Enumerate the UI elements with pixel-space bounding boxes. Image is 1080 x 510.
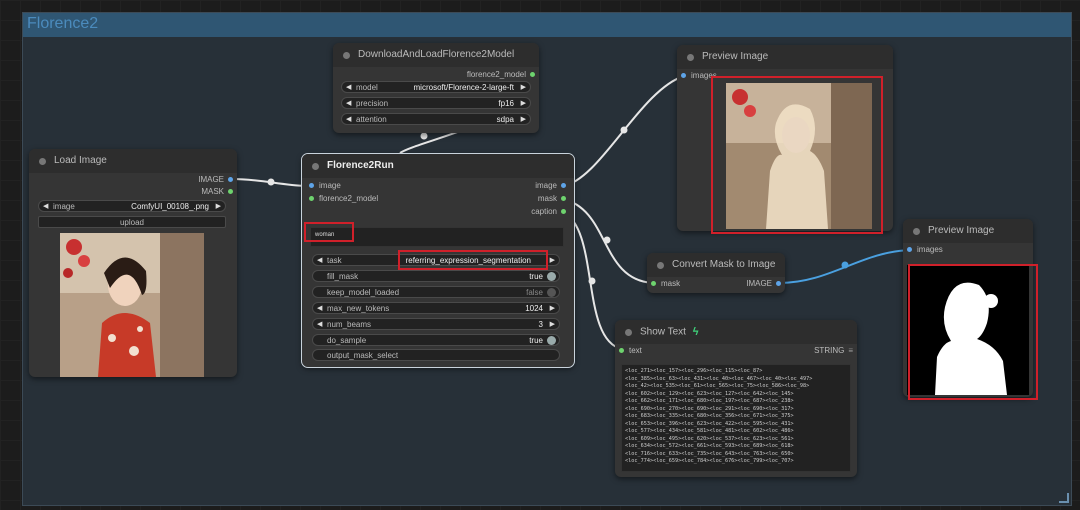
socket-dot-icon[interactable] xyxy=(907,247,912,253)
num-beams-number[interactable]: ◀ num_beams 3 ▶ xyxy=(312,318,560,330)
input-mask[interactable]: mask xyxy=(651,278,680,290)
arrow-right-icon: ▶ xyxy=(520,100,526,107)
output-image[interactable]: IMAGE xyxy=(746,278,781,290)
socket-dot-icon[interactable] xyxy=(561,183,566,189)
socket-dot-icon[interactable] xyxy=(530,72,535,78)
group-header[interactable] xyxy=(23,13,1071,37)
python-snake-icon: ϟ xyxy=(692,326,699,338)
node-title: Load Image xyxy=(54,155,107,166)
node-header[interactable]: Preview Image xyxy=(903,219,1033,243)
socket-dot-icon[interactable] xyxy=(228,177,233,183)
input-florence2-model[interactable]: florence2_model xyxy=(309,193,378,205)
collapse-dot-icon[interactable] xyxy=(39,157,46,165)
output-mask-select-field[interactable]: output_mask_select xyxy=(312,349,560,361)
list-menu-icon[interactable]: ≡ xyxy=(848,346,853,355)
image-combo[interactable]: ◀ image ComfyUI_00108_.png ▶ xyxy=(38,200,226,212)
prompt-highlight-box xyxy=(304,222,354,242)
task-highlight-box xyxy=(398,250,548,270)
text-output-area[interactable]: <loc_271><loc_157><loc_296><loc_115><loc… xyxy=(621,364,851,472)
arrow-right-icon: ▶ xyxy=(549,305,555,312)
collapse-dot-icon[interactable] xyxy=(312,162,319,170)
node-header[interactable]: DownloadAndLoadFlorence2Model xyxy=(333,43,539,67)
arrow-left-icon: ◀ xyxy=(346,84,352,91)
group-title: Florence2 xyxy=(27,15,99,32)
node-title: DownloadAndLoadFlorence2Model xyxy=(358,49,515,60)
socket-dot-icon[interactable] xyxy=(619,348,624,354)
arrow-right-icon: ▶ xyxy=(215,203,221,210)
output-florence2-model[interactable]: florence2_model xyxy=(467,69,535,81)
arrow-right-icon: ▶ xyxy=(520,84,526,91)
group-resize-handle[interactable] xyxy=(1059,493,1069,503)
node-title: Show Text xyxy=(640,326,686,338)
node-header[interactable]: Convert Mask to Image xyxy=(647,253,785,277)
output-string[interactable]: STRING ≡ xyxy=(814,345,853,357)
convert-mask-node[interactable]: Convert Mask to Image mask IMAGE xyxy=(647,253,785,293)
input-image[interactable]: image xyxy=(309,180,341,192)
show-text-node[interactable]: Show Text ϟ text STRING ≡ <loc_271><loc_1… xyxy=(615,320,857,477)
attention-combo[interactable]: ◀ attention sdpa ▶ xyxy=(341,113,531,125)
node-canvas[interactable]: Florence2 DownloadAndLoadFlorence2Model … xyxy=(0,0,1080,510)
input-images[interactable]: images xyxy=(907,244,943,256)
socket-dot-icon[interactable] xyxy=(561,209,566,215)
max-new-tokens-number[interactable]: ◀ max_new_tokens 1024 ▶ xyxy=(312,302,560,314)
arrow-left-icon: ◀ xyxy=(317,321,323,328)
collapse-dot-icon[interactable] xyxy=(687,53,694,61)
socket-dot-icon[interactable] xyxy=(651,281,656,287)
socket-dot-icon[interactable] xyxy=(681,73,686,79)
keep-model-loaded-toggle[interactable]: keep_model_loaded false xyxy=(312,286,560,298)
collapse-dot-icon[interactable] xyxy=(625,328,632,336)
preview1-highlight-box xyxy=(711,76,883,234)
toggle-knob-icon xyxy=(547,336,556,345)
do-sample-toggle[interactable]: do_sample true xyxy=(312,334,560,346)
arrow-right-icon: ▶ xyxy=(549,257,555,264)
output-image[interactable]: image xyxy=(535,180,566,192)
socket-dot-icon[interactable] xyxy=(776,281,781,287)
node-header[interactable]: Preview Image xyxy=(677,45,893,69)
arrow-left-icon: ◀ xyxy=(346,116,352,123)
collapse-dot-icon[interactable] xyxy=(913,227,920,235)
collapse-dot-icon[interactable] xyxy=(343,51,350,59)
input-text[interactable]: text xyxy=(619,345,642,357)
arrow-left-icon: ◀ xyxy=(317,305,323,312)
socket-dot-icon[interactable] xyxy=(309,183,314,189)
node-title: Convert Mask to Image xyxy=(672,259,776,270)
preview2-highlight-box xyxy=(908,264,1038,400)
output-image[interactable]: IMAGE xyxy=(198,174,233,186)
load-image-node[interactable]: Load Image IMAGE MASK ◀ image ComfyUI_0010… xyxy=(29,149,237,377)
loaded-image-preview xyxy=(60,233,204,377)
precision-combo[interactable]: ◀ precision fp16 ▶ xyxy=(341,97,531,109)
fill-mask-toggle[interactable]: fill_mask true xyxy=(312,270,560,282)
arrow-right-icon: ▶ xyxy=(520,116,526,123)
node-title: Florence2Run xyxy=(327,160,394,171)
collapse-dot-icon[interactable] xyxy=(657,261,664,269)
arrow-left-icon: ◀ xyxy=(346,100,352,107)
node-header[interactable]: Load Image xyxy=(29,149,237,173)
arrow-left-icon: ◀ xyxy=(43,203,49,210)
output-mask[interactable]: MASK xyxy=(201,186,233,198)
toggle-knob-icon xyxy=(547,288,556,297)
node-header[interactable]: Show Text ϟ xyxy=(615,320,857,344)
model-combo[interactable]: ◀ model microsoft/Florence-2-large-ft ▶ xyxy=(341,81,531,93)
node-title: Preview Image xyxy=(928,225,995,236)
output-caption[interactable]: caption xyxy=(531,206,566,218)
output-mask[interactable]: mask xyxy=(538,193,566,205)
socket-dot-icon[interactable] xyxy=(228,189,233,195)
download-load-model-node[interactable]: DownloadAndLoadFlorence2Model florence2_… xyxy=(333,43,539,133)
arrow-left-icon: ◀ xyxy=(317,257,323,264)
node-title: Preview Image xyxy=(702,51,769,62)
arrow-right-icon: ▶ xyxy=(549,321,555,328)
upload-button[interactable]: upload xyxy=(38,216,226,228)
socket-dot-icon[interactable] xyxy=(309,196,314,202)
toggle-knob-icon xyxy=(547,272,556,281)
node-header[interactable]: Florence2Run xyxy=(302,154,574,178)
socket-dot-icon[interactable] xyxy=(561,196,566,202)
